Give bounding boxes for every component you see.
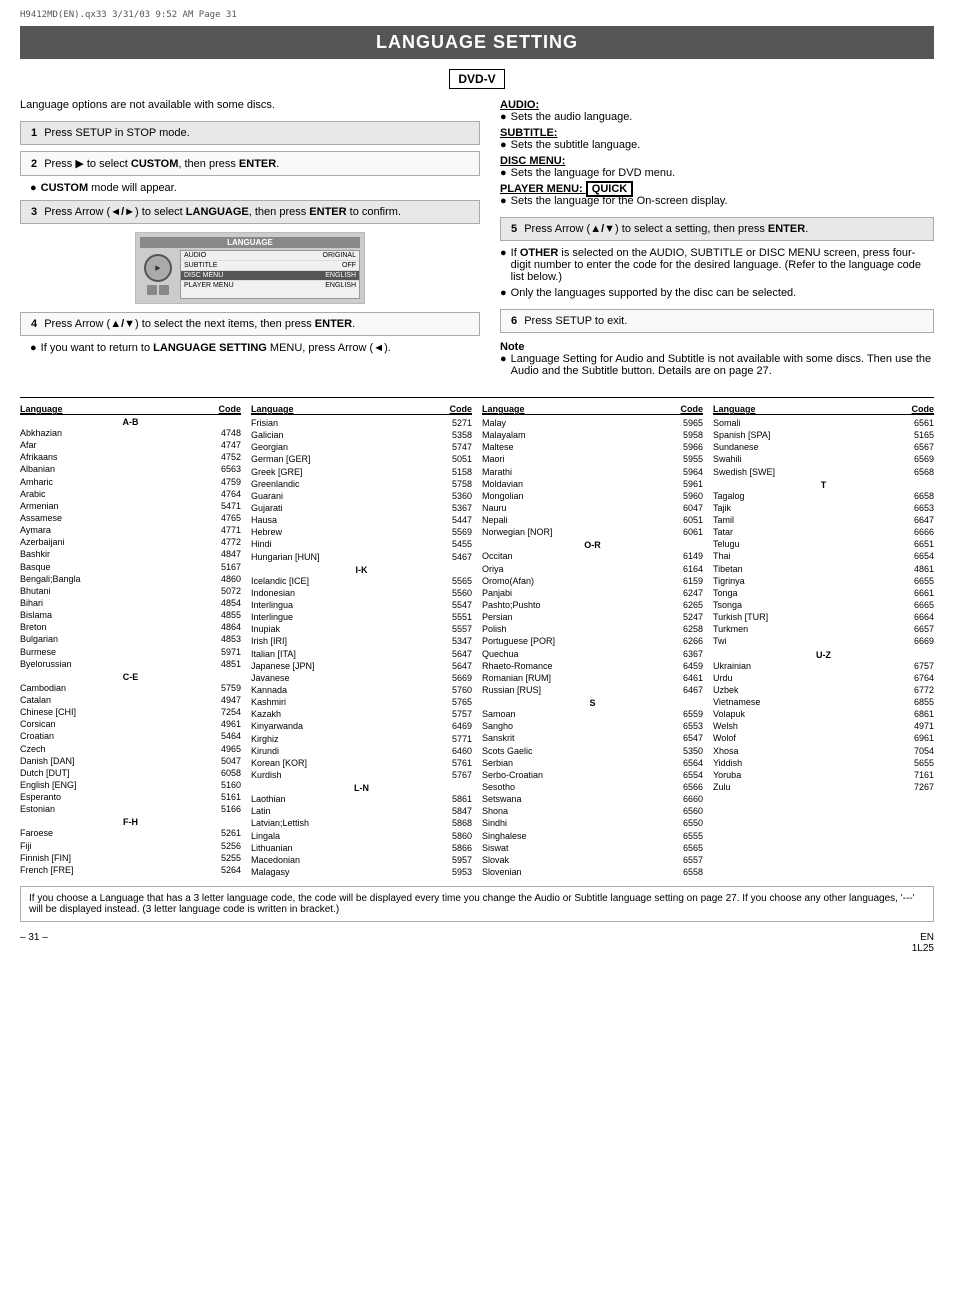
step-5-text: Press Arrow (▲/▼) to select a setting, t… xyxy=(524,223,808,235)
audio-bullet: Sets the audio language. xyxy=(511,111,633,123)
note-text: Language Setting for Audio and Subtitle … xyxy=(511,353,934,377)
subtitle-section: SUBTITLE: ● Sets the subtitle language. xyxy=(500,127,934,151)
page-header: H9412MD(EN).qx33 3/31/03 9:52 AM Page 31 xyxy=(20,10,934,20)
step-6-num: 6 xyxy=(511,315,517,327)
audio-label: AUDIO: xyxy=(500,99,539,111)
device-mockup: LANGUAGE ▶ AUDIOORIGINAL SUBTITLEOFF DIS… xyxy=(135,232,365,304)
page-footer: – 31 – EN 1L25 xyxy=(20,932,934,954)
lang-col-4: Language Code Somali6561 Spanish [SPA]51… xyxy=(713,404,934,878)
step-4-text: Press Arrow (▲/▼) to select the next ite… xyxy=(44,318,355,330)
only-text: Only the languages supported by the disc… xyxy=(511,287,797,299)
dvd-badge: DVD-V xyxy=(449,69,504,89)
only-bullet: ● Only the languages supported by the di… xyxy=(500,287,934,299)
step-2-box: 2 Press ▶ to select CUSTOM, then press E… xyxy=(20,151,480,176)
page-title: LANGUAGE SETTING xyxy=(20,26,934,59)
audio-section: AUDIO: ● Sets the audio language. xyxy=(500,99,934,123)
step-3-num: 3 xyxy=(31,206,37,218)
step-4-num: 4 xyxy=(31,318,37,330)
player-menu-label: PLAYER MENU: xyxy=(500,183,586,195)
page-number: – 31 – xyxy=(20,932,48,954)
note-label: Note xyxy=(500,341,934,353)
player-menu-section: PLAYER MENU: QUICK ● Sets the language f… xyxy=(500,183,934,207)
step-5-num: 5 xyxy=(511,223,517,235)
step-6-box: 6 Press SETUP to exit. xyxy=(500,309,934,333)
player-menu-bullet: Sets the language for the On-screen disp… xyxy=(511,195,728,207)
subtitle-label: SUBTITLE: xyxy=(500,127,557,139)
disc-menu-section: DISC MENU: ● Sets the language for DVD m… xyxy=(500,155,934,179)
step-1-num: 1 xyxy=(31,127,37,139)
other-bullet: ● If OTHER is selected on the AUDIO, SUB… xyxy=(500,247,934,283)
footer-note: If you choose a Language that has a 3 le… xyxy=(20,886,934,922)
lang-col-2: Language Code Frisian5271 Galician5358 G… xyxy=(251,404,472,878)
lang-col-1: Language Code A-B Abkhazian4748 Afar4747… xyxy=(20,404,241,878)
intro-text: Language options are not available with … xyxy=(20,99,480,111)
step-4-box: 4 Press Arrow (▲/▼) to select the next i… xyxy=(20,312,480,336)
disc-menu-label: DISC MENU: xyxy=(500,155,565,167)
custom-bullet: ● CUSTOM mode will appear. xyxy=(30,182,480,194)
step-2-num: 2 xyxy=(31,158,37,170)
step-3-text: Press Arrow (◄/►) to select LANGUAGE, th… xyxy=(44,206,401,218)
step-3-box: 3 Press Arrow (◄/►) to select LANGUAGE, … xyxy=(20,200,480,224)
step-2-text: Press ▶ to select CUSTOM, then press ENT… xyxy=(44,158,279,170)
subtitle-bullet: Sets the subtitle language. xyxy=(511,139,641,151)
lang-col-3: Language Code Malay5965 Malayalam5958 Ma… xyxy=(482,404,703,878)
language-setting-bullet: ● If you want to return to LANGUAGE SETT… xyxy=(30,342,480,354)
step-6-text: Press SETUP to exit. xyxy=(524,315,627,327)
page-code: EN 1L25 xyxy=(912,932,934,954)
note-section: Note ● Language Setting for Audio and Su… xyxy=(500,341,934,377)
disc-menu-bullet: Sets the language for DVD menu. xyxy=(511,167,675,179)
language-table-section: Language Code A-B Abkhazian4748 Afar4747… xyxy=(20,397,934,878)
step-1-box: 1 Press SETUP in STOP mode. xyxy=(20,121,480,145)
step-1-text: Press SETUP in STOP mode. xyxy=(44,127,190,139)
step-5-box: 5 Press Arrow (▲/▼) to select a setting,… xyxy=(500,217,934,241)
